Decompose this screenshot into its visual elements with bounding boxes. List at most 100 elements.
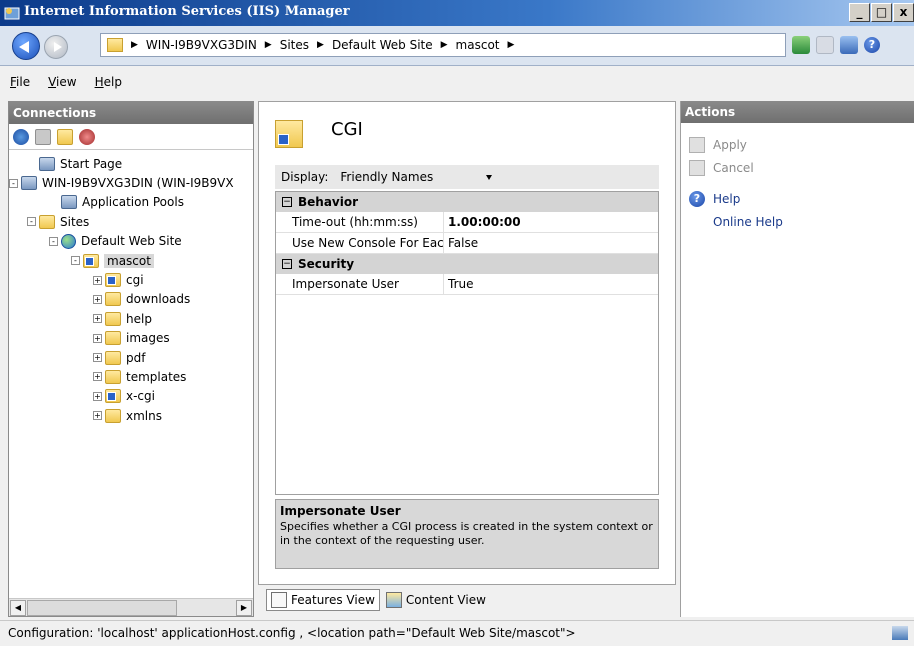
forward-button[interactable] [44,35,68,59]
tree-item[interactable]: - Sites [9,212,253,231]
display-dropdown[interactable]: Friendly Names [336,167,497,187]
folder-icon [105,350,121,365]
expand-icon[interactable]: + [93,333,102,343]
collapse-icon[interactable]: - [49,236,58,246]
grid-category[interactable]: − Behavior [276,192,658,212]
expand-icon[interactable]: + [93,372,102,382]
tree-item[interactable]: Start Page [9,154,253,173]
apply-action[interactable]: Apply [689,137,747,153]
chevron-right-icon: ▶ [317,40,324,50]
tree-item[interactable]: + cgi [9,270,253,289]
save-icon[interactable] [35,128,51,145]
expand-icon[interactable]: + [93,314,102,324]
tree-item-label: WIN-I9B9VXG3DIN (WIN-I9B9VX [42,176,234,191]
horizontal-scrollbar[interactable]: ◀ ▶ [9,598,253,616]
menu-file[interactable]: File [10,75,30,89]
chevron-right-icon: ▶ [131,40,138,50]
grid-row[interactable]: Impersonate User True [276,274,658,295]
grid-row-key: Use New Console For Eac [276,233,444,253]
expand-icon[interactable]: + [93,353,102,363]
expand-icon[interactable]: + [93,294,102,304]
menu-view[interactable]: View [48,75,76,89]
tree-item[interactable]: + pdf [9,348,253,367]
grid-row[interactable]: Time-out (hh:mm:ss) 1.00:00:00 [276,212,658,233]
app-folder-icon [83,253,99,268]
collapse-icon[interactable]: − [282,259,292,269]
tree-item[interactable]: Application Pools [9,193,253,212]
crumb-default-web-site[interactable]: Default Web Site [332,38,433,52]
page-title: CGI [331,119,363,140]
features-view-tab[interactable]: Features View [266,589,380,611]
grid-category-label: Security [298,257,355,271]
content-view-icon [385,592,402,608]
refresh-icon[interactable] [792,36,810,54]
cancel-label: Cancel [713,161,754,175]
app-pools-icon [61,195,77,210]
tree-item[interactable]: + xmlns [9,406,253,425]
actions-panel: Actions Apply Cancel ? Help Online Help [680,101,914,617]
crumb-sites[interactable]: Sites [280,38,309,52]
online-help-action[interactable]: Online Help [713,215,783,229]
help-icon: ? [689,191,705,207]
collapse-icon[interactable]: − [282,197,292,207]
collapse-icon[interactable]: - [9,178,18,188]
grid-row-value[interactable]: False [444,233,478,253]
tree-item[interactable]: + help [9,309,253,328]
back-button[interactable] [12,32,40,60]
scroll-right-icon[interactable]: ▶ [236,600,252,616]
tree-item[interactable]: - WIN-I9B9VXG3DIN (WIN-I9B9VX [9,173,253,192]
tree-item[interactable]: + templates [9,367,253,386]
content-view-label: Content View [405,593,486,607]
online-help-label: Online Help [713,215,783,229]
tree-item-label: help [126,311,152,326]
stop-icon[interactable] [816,36,834,54]
apply-label: Apply [713,138,747,152]
tree-item[interactable]: + downloads [9,290,253,309]
home-icon[interactable] [840,36,858,54]
expand-icon[interactable]: + [93,391,102,401]
help-action[interactable]: ? Help [689,191,740,207]
window-title: Internet Information Services (IIS) Mana… [24,4,350,19]
scroll-left-icon[interactable]: ◀ [10,600,26,616]
grid-category[interactable]: − Security [276,254,658,274]
help-icon[interactable]: ? [864,37,880,53]
collapse-icon[interactable]: - [27,217,36,227]
disconnect-icon[interactable] [79,128,95,145]
description-pane: Impersonate User Specifies whether a CGI… [275,499,659,569]
connections-panel: Connections Start Page - WIN-I9B9VXG3DIN (… [8,101,254,617]
breadcrumb[interactable]: ▶ WIN-I9B9VXG3DIN ▶ Sites ▶ Default Web … [100,33,786,57]
up-folder-icon[interactable] [57,128,73,145]
menu-help[interactable]: Help [95,75,122,89]
connect-icon[interactable] [13,128,29,145]
crumb-mascot[interactable]: mascot [456,38,500,52]
help-label: Help [713,192,741,206]
tree-item-label: Sites [60,214,90,229]
cancel-action[interactable]: Cancel [689,160,754,176]
collapse-icon[interactable]: - [71,256,80,266]
expand-icon[interactable]: + [93,275,102,285]
maximize-button[interactable]: □ [871,3,892,22]
grid-row-value[interactable]: True [444,274,474,294]
tree-item[interactable]: - Default Web Site [9,232,253,251]
display-value: Friendly Names [340,170,434,184]
grid-row-value[interactable]: 1.00:00:00 [444,212,521,232]
folder-icon [105,369,121,384]
scroll-thumb[interactable] [27,600,177,616]
content-view-tab[interactable]: Content View [382,589,490,611]
apply-icon [689,137,705,153]
minimize-button[interactable]: _ [849,3,870,22]
app-folder-icon [105,273,121,288]
tree-item[interactable]: - mascot [9,251,253,270]
close-button[interactable]: x [893,3,914,22]
display-row: Display: Friendly Names [275,165,659,189]
expand-icon[interactable]: + [93,411,102,421]
tree-item[interactable]: + x-cgi [9,387,253,406]
status-text: Configuration: 'localhost' applicationHo… [8,626,576,640]
crumb-server[interactable]: WIN-I9B9VXG3DIN [146,38,257,52]
menu-bar: File View Help [0,67,914,97]
grid-row[interactable]: Use New Console For Eac False [276,233,658,254]
connections-tree: Start Page - WIN-I9B9VXG3DIN (WIN-I9B9VX Ap… [9,150,253,425]
tree-item[interactable]: + images [9,329,253,348]
grid-row-key: Time-out (hh:mm:ss) [276,212,444,232]
folder-icon [105,292,121,307]
